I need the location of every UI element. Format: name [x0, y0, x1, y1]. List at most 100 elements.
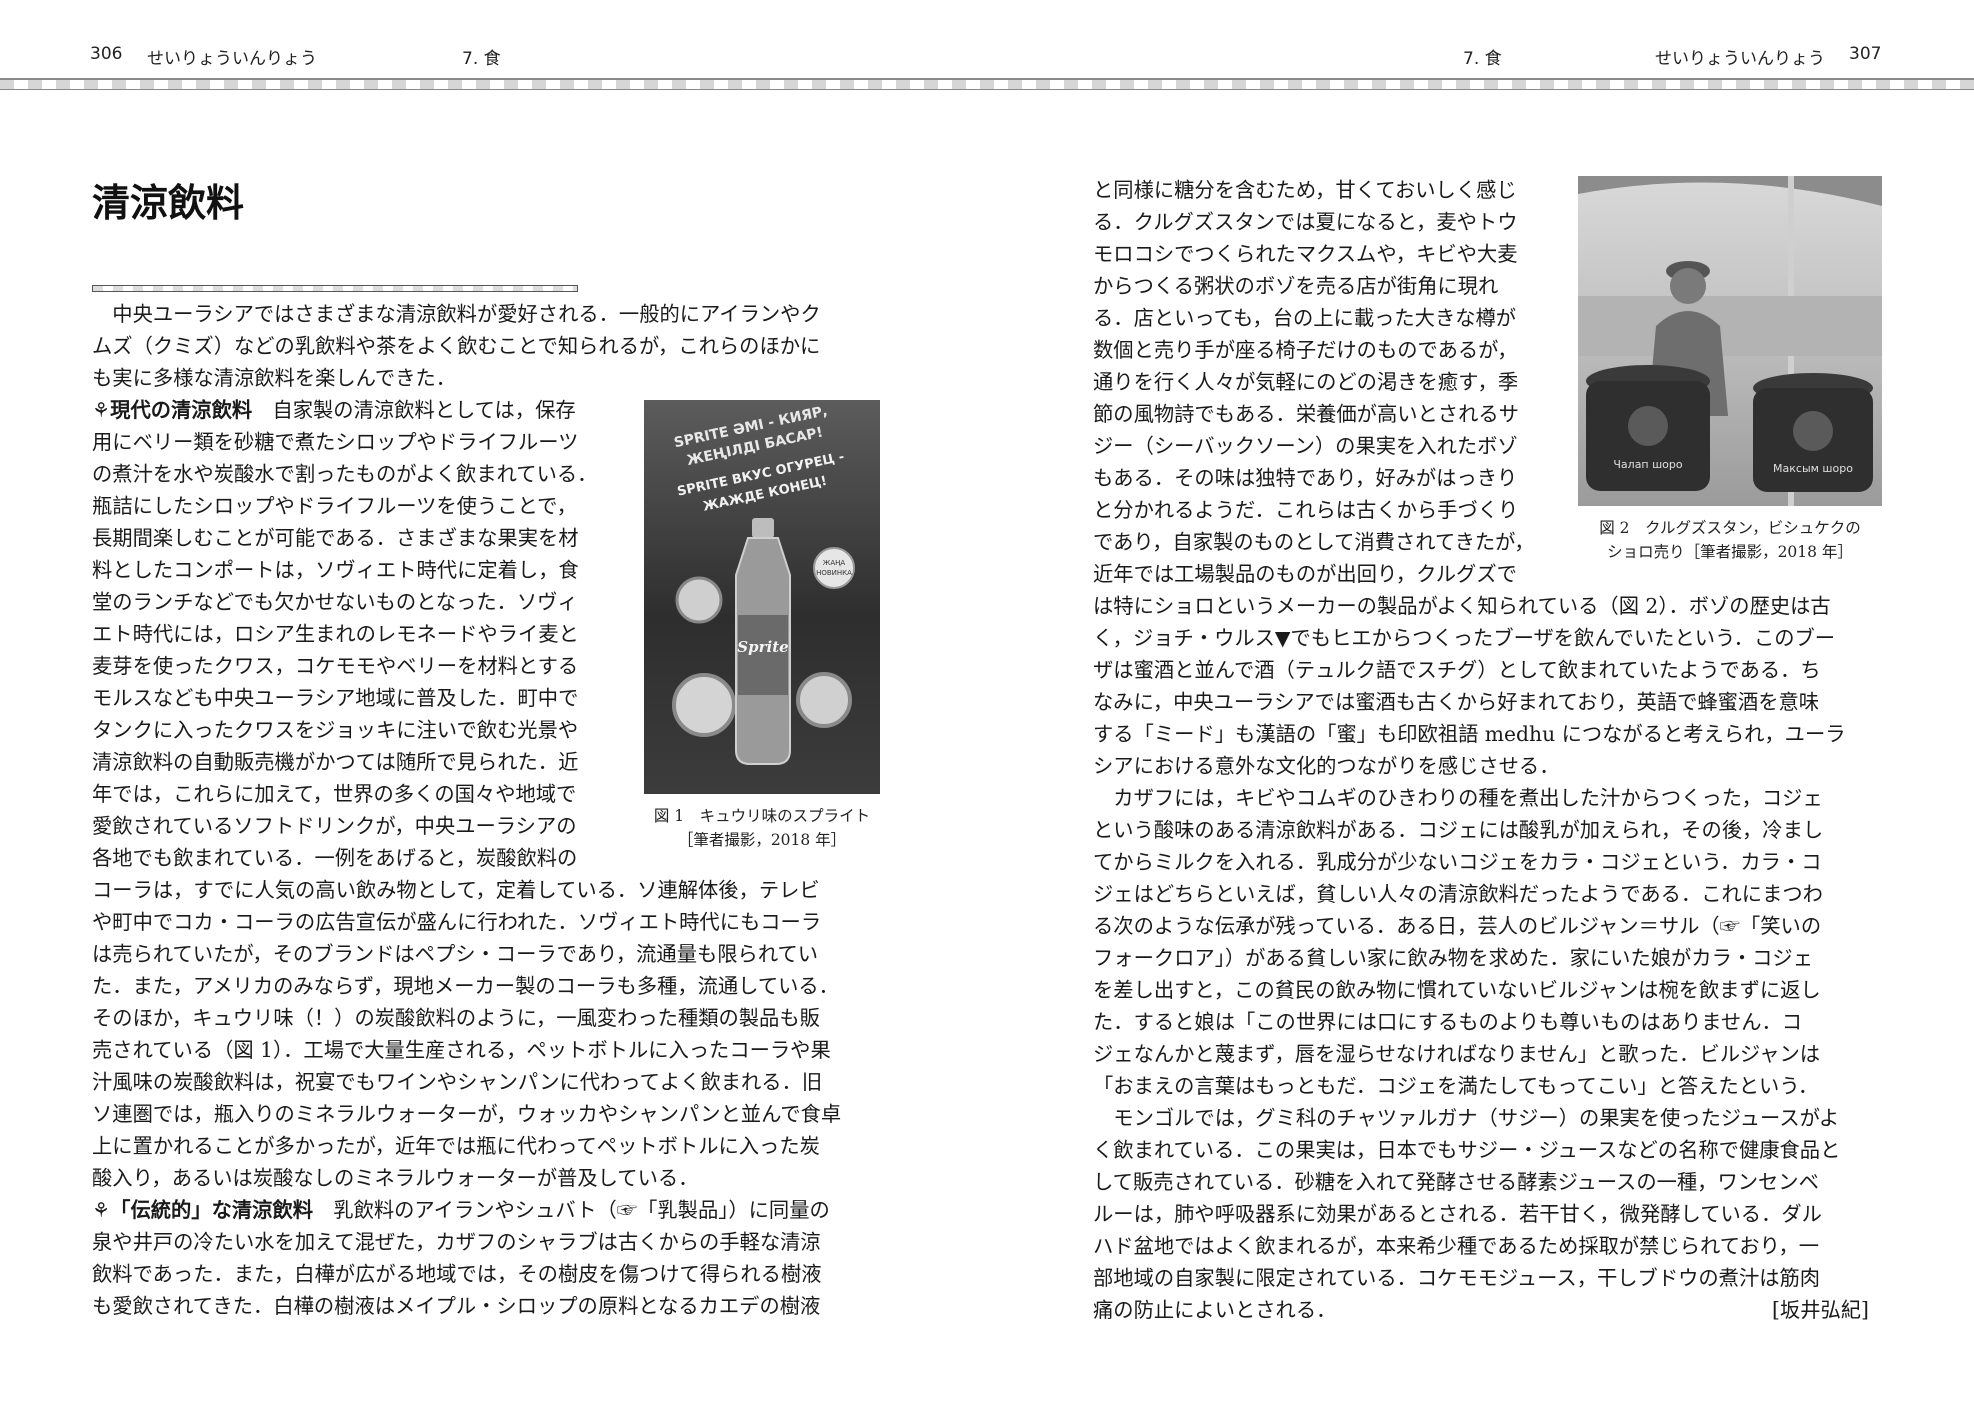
body-line: タンクに入ったクワスをジョッキに注いで飲む光景や [92, 718, 579, 742]
body-line: も実に多様な清涼飲料を楽しんできた． [92, 366, 457, 390]
body-line: や町中でコカ・コーラの広告宣伝が盛んに行われた．ソヴィエト時代にもコーラ [92, 910, 822, 934]
body-line: 上に置かれることが多かったが，近年では瓶に代わってペットボトルに入った炭 [92, 1134, 820, 1158]
body-line: フォークロア」）がある貧しい家に飲み物を求めた．家にいた娘がカラ・コジェ [1093, 946, 1813, 970]
body-line: カザフには，キビやコムギのひきわりの種を煮出した汁からつくった，コジェ [1093, 786, 1823, 810]
left-running-title: せいりょういんりょう [147, 49, 317, 69]
body-line: コーラは，すでに人気の高い飲み物として，定着している．ソ連解体後，テレビ [92, 878, 820, 902]
right-chapter-label: 7. 食 [1463, 49, 1502, 69]
cucumber-slice-icon [675, 576, 723, 624]
body-line: モルスなども中央ユーラシア地域に普及した．町中で [92, 686, 579, 710]
figure1-photo: SPRITE ƏMI - КИЯР, ЖЕҢІЛДІ БАСАР! SPRITE… [644, 400, 880, 794]
section-heading-modern: ⚘現代の清涼飲料 [92, 398, 253, 422]
body-line: 節の風物詩でもある．栄養価が高いとされるサ [1093, 402, 1519, 426]
right-page-number: 307 [1849, 44, 1882, 64]
body-line: ジェはどちらといえば，貧しい人々の清涼飲料だったようである．これにまつわ [1093, 882, 1823, 906]
body-line: 部地域の自家製に限定されている．コケモモジュース，干しブドウの煮汁は筋肉 [1093, 1266, 1821, 1290]
body-line: そのほか，キュウリ味（！）の炭酸飲料のように，一風変わった種類の製品も販 [92, 1006, 820, 1030]
cucumber-slice-icon [796, 672, 852, 728]
body-line: からつくる粥状のボゾを売る店が街角に現れ [1093, 274, 1499, 298]
body-text: 自家製の清涼飲料としては，保存 [252, 398, 576, 422]
barrel-right-label: Максым шоро [1773, 462, 1853, 475]
body-line: モロコシでつくられたマクスムや，キビや大麦 [1093, 242, 1518, 266]
shoro-barrel-left-icon [1586, 365, 1710, 491]
section-heading-line: ⚘現代の清涼飲料 自家製の清涼飲料としては，保存 [92, 394, 576, 426]
figure1-caption-line2: ［筆者撮影，2018 年］ [677, 831, 847, 849]
body-line: 料としたコンポートは，ソヴィエト時代に定着し，食 [92, 558, 579, 582]
sprite-poster-image: SPRITE ƏMI - КИЯР, ЖЕҢІЛДІ БАСАР! SPRITE… [672, 403, 855, 765]
header-rule [0, 78, 1974, 90]
body-line: る．店といっても，台の上に載った大きな樽が [1093, 306, 1517, 330]
body-line: てからミルクを入れる．乳成分が少ないコジェをカラ・コジェという．カラ・コ [1093, 850, 1822, 874]
body-line: ジー（シーバックソーン）の果実を入れたボゾ [1093, 434, 1518, 458]
body-line: ソ連圏では，瓶入りのミネラルウォーターが，ウォッカやシャンパンと並んで食卓 [92, 1102, 842, 1126]
body-line: もある．その味は独特であり，好みがはっきり [1093, 466, 1518, 490]
body-line: 泉や井戸の冷たい水を加えて混ぜた，カザフのシャラブは古くからの手軽な清涼 [92, 1230, 821, 1254]
body-line: る．クルグズスタンでは夏になると，麦やトウ [1093, 210, 1518, 234]
body-line: 数個と売り手が座る椅子だけのものであるが， [1093, 338, 1518, 362]
body-line: 汁風味の炭酸飲料は，祝宴でもワインやシャンパンに代わってよく飲まれる．旧 [92, 1070, 823, 1094]
body-line: 各地でも飲まれている．一例をあげると，炭酸飲料の [92, 846, 578, 870]
badge-text-line2: НОВИНКА [816, 569, 852, 577]
new-product-badge [813, 547, 855, 589]
figure1-caption-line1: 図 1 キュウリ味のスプライト [653, 807, 871, 825]
umbrella-canopy-icon [1578, 176, 1882, 206]
body-line: 年では，これらに加えて，世界の多くの国々や地域で [92, 782, 577, 806]
body-line: 痛の防止によいとされる． [1093, 1298, 1337, 1322]
body-line: 「おまえの言葉はもっともだ．コジェを満たしてもってこい」と答えたという． [1093, 1074, 1819, 1098]
body-line: ジェなんかと蔑まず，唇を湿らせなければなりません」と歌った．ビルジャンは [1093, 1042, 1821, 1066]
body-line: であり，自家製のものとして消費されてきたが， [1093, 530, 1535, 554]
left-chapter-label: 7. 食 [462, 49, 501, 69]
body-line: と同様に糖分を含むため，甘くておいしく感じ [1093, 178, 1517, 202]
body-line: 売されている（図 1）．工場で大量生産される，ペットボトルに入ったコーラや果 [92, 1038, 831, 1062]
body-line: ハド盆地ではよく飲まれるが，本来希少種であるため採取が禁じられており，一 [1093, 1234, 1820, 1258]
article-title: 清涼飲料 [92, 181, 245, 225]
figure2-photo: Чалап шоро Максым шоро [1578, 176, 1882, 506]
body-line: ザは蜜酒と並んで酒（テュルク語でスチグ）として飲まれていたようである．ち [1093, 658, 1821, 682]
body-line: 酸入り，あるいは炭酸なしのミネラルウォーターが普及している． [92, 1166, 699, 1190]
title-underline [92, 285, 578, 292]
body-line: た．また，アメリカのみならず，現地メーカー製のコーラも多種，流通している． [92, 974, 839, 998]
body-line: 麦芽を使ったクワス，コケモモやベリーを材料とする [92, 654, 579, 678]
figure2-caption: 図 2 クルグズスタン，ビシュケクの ショロ売り［筆者撮影，2018 年］ [1568, 516, 1892, 564]
body-line: モンゴルでは，グミ科のチャツァルガナ（サジー）の果実を使ったジュースがよ [1093, 1106, 1840, 1130]
body-line: る次のような伝承が残っている．ある日，芸人のビルジャン＝サル（☞「笑いの [1093, 914, 1822, 938]
body-line: の煮汁を水や炭酸水で割ったものがよく飲まれている． [92, 462, 598, 486]
section-heading-traditional: ⚘「伝統的」な清涼飲料 [92, 1198, 313, 1222]
body-text: 乳飲料のアイランやシュバト（☞「乳製品」）に同量の [313, 1198, 830, 1222]
body-line: 用にベリー類を砂糖で煮たシロップやドライフルーツ [92, 430, 579, 454]
body-line: は売られていたが，そのブランドはペプシ・コーラであり，流通量も限られてい [92, 942, 819, 966]
barrel-left-label: Чалап шоро [1613, 458, 1683, 471]
body-line: ルーは，肺や呼吸器系に効果があるとされる．若干甘く，微発酵している．ダル [1093, 1202, 1822, 1226]
body-line: 通りを行く人々が気軽にのどの渇きを癒す，季 [1093, 370, 1519, 394]
bottle-label: Sprite [737, 638, 788, 656]
section-heading-line: ⚘「伝統的」な清涼飲料 乳飲料のアイランやシュバト（☞「乳製品」）に同量の [92, 1194, 830, 1226]
body-line: く飲まれている．この果実は，日本でもサジー・ジュースなどの名称で健康食品と [1093, 1138, 1841, 1162]
shoro-vendor-image: Чалап шоро Максым шоро [1578, 176, 1882, 506]
body-line: と分かれるようだ．これらは古くから手づくり [1093, 498, 1519, 522]
body-line: シアにおける意外な文化的つながりを感じさせる． [1093, 754, 1560, 778]
body-line: 清涼飲料の自動販売機がかつては随所で見られた．近 [92, 750, 579, 774]
cucumber-slice-icon [672, 673, 736, 737]
body-line: 中央ユーラシアではさまざまな清涼飲料が愛好される．一般的にアイランやク [92, 302, 821, 326]
body-line: 瓶詰にしたシロップやドライフルーツを使うことで， [92, 494, 577, 518]
body-line: する「ミード」も漢語の「蜜」も印欧祖語 medhu につながると考えられ，ユーラ [1093, 722, 1846, 746]
right-running-title: せいりょういんりょう [1655, 49, 1825, 69]
body-line: く，ジョチ・ウルス▼でもヒエからつくったブーザを飲んでいたという．このブー [1093, 626, 1836, 650]
body-line: た．すると娘は「この世界には口にするものよりも尊いものはありません．コ [1093, 1010, 1803, 1034]
badge-text-line1: ЖАҢА [823, 559, 846, 567]
body-line: して販売されている．砂糖を入れて発酵させる酵素ジュースの一種，ワンセンベ [1093, 1170, 1819, 1194]
body-line: 愛飲されているソフトドリンクが，中央ユーラシアの [92, 814, 577, 838]
body-line: 飲料であった．また，白樺が広がる地域では，その樹皮を傷つけて得られる樹液 [92, 1262, 822, 1286]
body-line: という酸味のある清涼飲料がある．コジェには酸乳が加えられ，その後，冷まし [1093, 818, 1824, 842]
body-line: 長期間楽しむことが可能である．さまざまな果実を材 [92, 526, 579, 550]
figure2-caption-line2: ショロ売り［筆者撮影，2018 年］ [1607, 543, 1853, 561]
figure1-caption: 図 1 キュウリ味のスプライト ［筆者撮影，2018 年］ [630, 804, 894, 852]
author-credit: [坂井弘紀] [1772, 1298, 1869, 1322]
left-page-number: 306 [90, 44, 123, 64]
body-line: ムズ（クミズ）などの乳飲料や茶をよく飲むことで知られるが，これらのほかに [92, 334, 821, 358]
body-line: を差し出すと，この貧民の飲み物に慣れていないビルジャンは椀を飲まずに返し [1093, 978, 1821, 1002]
figure2-caption-line1: 図 2 クルグズスタン，ビシュケクの [1599, 519, 1861, 537]
body-line: なみに，中央ユーラシアでは蜜酒も古くから好まれており，英語で蜂蜜酒を意味 [1093, 690, 1820, 714]
body-line: は特にショロというメーカーの製品がよく知られている（図 2）．ボゾの歴史は古 [1093, 594, 1831, 618]
body-line: 近年では工場製品のものが出回り，クルグズで [1093, 562, 1517, 586]
